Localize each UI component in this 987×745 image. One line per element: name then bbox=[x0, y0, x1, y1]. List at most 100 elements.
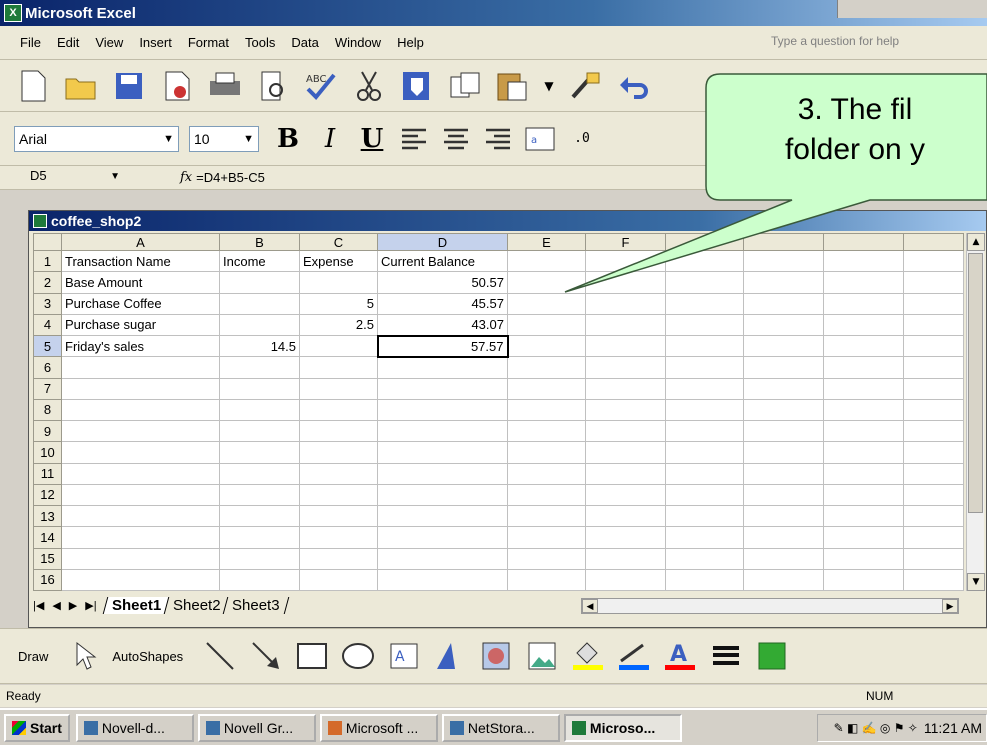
cell[interactable] bbox=[665, 292, 744, 315]
taskbar-item[interactable]: Novell Gr... bbox=[197, 713, 316, 742]
cell[interactable] bbox=[665, 504, 744, 528]
cell[interactable] bbox=[377, 526, 508, 549]
cell[interactable] bbox=[61, 419, 220, 443]
cell[interactable] bbox=[219, 356, 300, 379]
cell[interactable] bbox=[823, 334, 904, 358]
cell[interactable] bbox=[507, 504, 586, 528]
cell[interactable] bbox=[743, 419, 824, 443]
cell[interactable] bbox=[743, 249, 824, 273]
chevron-down-icon[interactable]: ▼ bbox=[243, 133, 254, 145]
cell[interactable] bbox=[665, 249, 744, 273]
paste-dropdown-icon[interactable]: ▼ bbox=[542, 67, 556, 105]
row-header[interactable]: 6 bbox=[33, 356, 62, 379]
autoshapes-menu-button[interactable]: AutoShapes bbox=[112, 649, 183, 664]
cell[interactable] bbox=[743, 271, 824, 294]
cell[interactable] bbox=[299, 462, 378, 485]
cell[interactable] bbox=[903, 483, 964, 507]
cell[interactable] bbox=[299, 504, 378, 528]
arrow-icon[interactable] bbox=[247, 637, 285, 675]
cell[interactable] bbox=[585, 419, 666, 443]
chevron-down-icon[interactable]: ▼ bbox=[163, 133, 174, 145]
cell[interactable] bbox=[743, 356, 824, 379]
shadow-style-icon[interactable] bbox=[753, 637, 791, 675]
draw-menu-button[interactable]: Draw bbox=[18, 649, 48, 664]
cell[interactable] bbox=[903, 462, 964, 485]
cell[interactable] bbox=[61, 441, 220, 464]
cell[interactable] bbox=[665, 356, 744, 379]
cell[interactable] bbox=[585, 526, 666, 549]
cell[interactable] bbox=[585, 377, 666, 400]
save-icon[interactable] bbox=[110, 67, 148, 105]
cell[interactable] bbox=[903, 313, 964, 337]
cell[interactable] bbox=[219, 377, 300, 400]
cell[interactable] bbox=[585, 504, 666, 528]
horizontal-scrollbar[interactable]: ◀ ▶ bbox=[581, 598, 959, 614]
cell[interactable] bbox=[903, 356, 964, 379]
row-header[interactable]: 15 bbox=[33, 547, 62, 570]
row-header[interactable]: 11 bbox=[33, 462, 62, 485]
cell[interactable] bbox=[507, 568, 586, 592]
row-header[interactable]: 1 bbox=[33, 249, 62, 273]
cell[interactable] bbox=[585, 356, 666, 379]
cell[interactable] bbox=[507, 249, 586, 273]
row-header[interactable]: 16 bbox=[33, 568, 62, 592]
taskbar-item[interactable]: Microsoft ... bbox=[319, 713, 438, 742]
cell[interactable] bbox=[507, 526, 586, 549]
column-header[interactable]: D bbox=[377, 233, 508, 251]
cell[interactable] bbox=[823, 271, 904, 294]
cell[interactable] bbox=[377, 377, 508, 400]
cell[interactable] bbox=[219, 526, 300, 549]
first-sheet-icon[interactable]: |◀ bbox=[33, 599, 44, 612]
cell[interactable] bbox=[585, 313, 666, 337]
menu-insert[interactable]: Insert bbox=[139, 35, 172, 50]
insert-picture-icon[interactable] bbox=[523, 637, 561, 675]
cell[interactable] bbox=[903, 249, 964, 273]
cell[interactable] bbox=[743, 568, 824, 592]
cell[interactable] bbox=[299, 356, 378, 379]
undo-icon[interactable] bbox=[614, 67, 652, 105]
cell[interactable] bbox=[665, 547, 744, 570]
cell[interactable]: 50.57 bbox=[377, 271, 508, 294]
cell[interactable] bbox=[61, 547, 220, 570]
row-header[interactable]: 7 bbox=[33, 377, 62, 400]
taskbar-item[interactable]: NetStora... bbox=[441, 713, 560, 742]
merge-center-icon[interactable]: a bbox=[523, 122, 557, 156]
cell[interactable] bbox=[665, 441, 744, 464]
cell[interactable] bbox=[299, 334, 378, 358]
cell[interactable] bbox=[823, 419, 904, 443]
cell[interactable] bbox=[585, 271, 666, 294]
cell[interactable] bbox=[743, 313, 824, 337]
cell[interactable] bbox=[61, 462, 220, 485]
cell[interactable] bbox=[299, 547, 378, 570]
cell[interactable] bbox=[743, 547, 824, 570]
cell[interactable] bbox=[219, 504, 300, 528]
cell[interactable] bbox=[507, 356, 586, 379]
cell[interactable] bbox=[903, 568, 964, 592]
cell[interactable] bbox=[507, 292, 586, 315]
cell[interactable] bbox=[219, 398, 300, 422]
formula-input[interactable]: =D4+B5-C5 bbox=[196, 170, 265, 185]
permission-icon[interactable] bbox=[158, 67, 196, 105]
tray-icons[interactable]: ✎ ◧ ✍ ◎ ⚑ ✧ bbox=[834, 721, 918, 735]
cell[interactable] bbox=[219, 313, 300, 337]
wordart-icon[interactable] bbox=[431, 637, 469, 675]
cell[interactable] bbox=[219, 483, 300, 507]
cell[interactable] bbox=[507, 419, 586, 443]
chevron-down-icon[interactable]: ▼ bbox=[110, 171, 120, 182]
cell[interactable]: 5 bbox=[299, 292, 378, 315]
cell[interactable] bbox=[507, 271, 586, 294]
row-header[interactable]: 10 bbox=[33, 441, 62, 464]
cell[interactable] bbox=[507, 462, 586, 485]
cell[interactable] bbox=[377, 504, 508, 528]
cell[interactable] bbox=[299, 377, 378, 400]
cell[interactable] bbox=[585, 568, 666, 592]
cell[interactable] bbox=[507, 377, 586, 400]
cut-icon[interactable] bbox=[350, 67, 388, 105]
paste-icon[interactable] bbox=[494, 67, 532, 105]
cell[interactable] bbox=[585, 483, 666, 507]
new-document-icon[interactable] bbox=[14, 67, 52, 105]
cell[interactable] bbox=[299, 419, 378, 443]
cell[interactable] bbox=[823, 547, 904, 570]
window-controls[interactable] bbox=[837, 0, 987, 18]
row-header[interactable]: 14 bbox=[33, 526, 62, 549]
